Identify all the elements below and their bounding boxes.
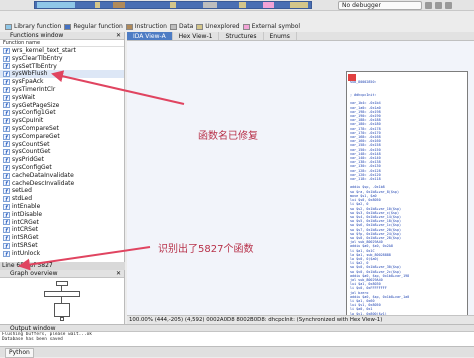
output-line: Database has been saved — [2, 337, 63, 342]
output-window-header: Output window — [0, 325, 474, 332]
status-bar: 100.00% (444,-205) (4,592) 0002A0D8 8002… — [127, 315, 474, 324]
annotation-arrows — [18, 70, 185, 271]
python-bar: Python — [0, 346, 474, 358]
output-window-title: Output window — [10, 325, 56, 332]
arrow-to-line-count — [18, 246, 151, 271]
output-window: Output window Flushing buffers, please w… — [0, 324, 474, 346]
arrow-to-function-list — [51, 70, 185, 105]
